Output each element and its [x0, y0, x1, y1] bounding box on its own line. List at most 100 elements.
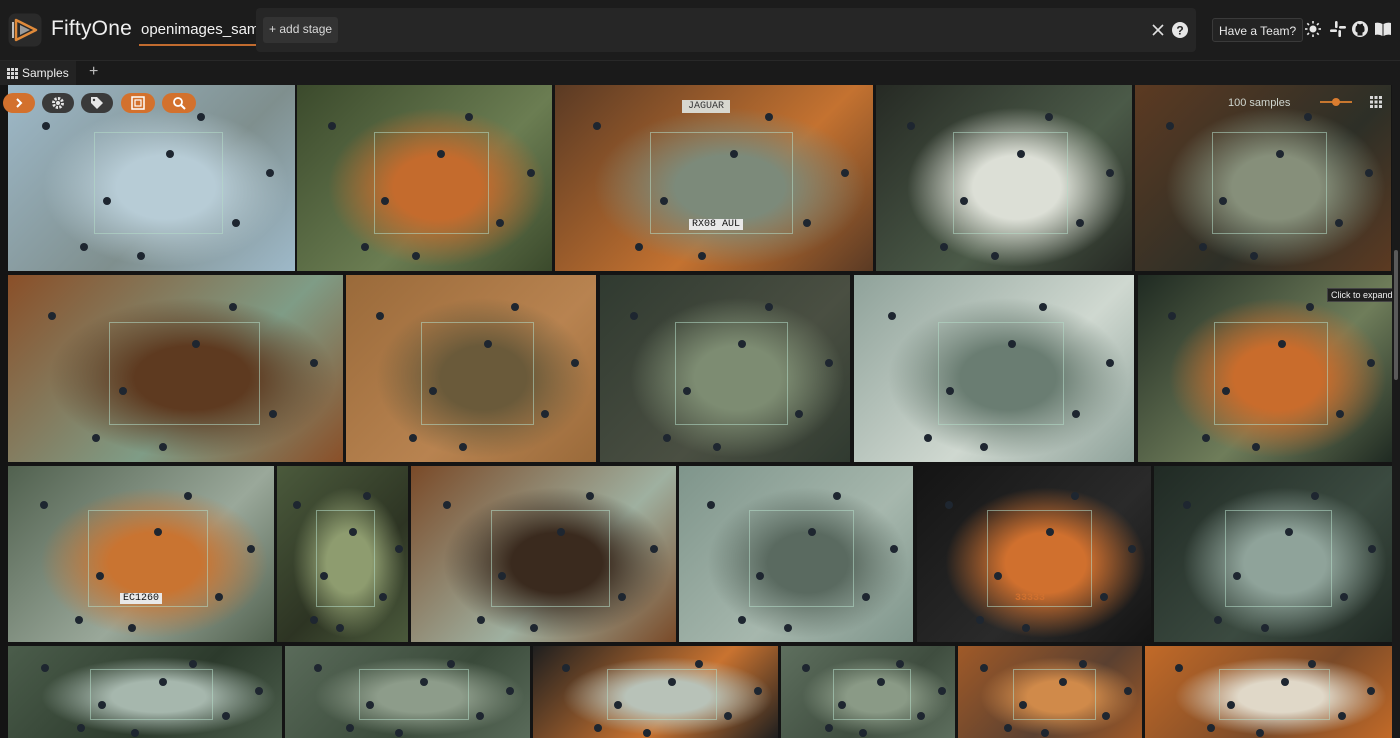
expand-tooltip: Click to expand — [1327, 288, 1397, 302]
keypoint-dot — [137, 252, 145, 260]
keypoint-dot — [336, 624, 344, 632]
settings-button[interactable] — [42, 93, 74, 113]
view-bar[interactable]: + add stage ? — [256, 8, 1196, 52]
keypoint-dot — [663, 434, 671, 442]
sample-tile[interactable] — [8, 646, 282, 738]
keypoint-dot — [40, 501, 48, 509]
keypoint-dot — [650, 545, 658, 553]
grid-scrollbar[interactable] — [1392, 85, 1400, 738]
sample-tile[interactable]: JAGUAR RX08 AUL — [555, 85, 873, 271]
sample-tile[interactable] — [1135, 85, 1391, 271]
keypoint-dot — [765, 113, 773, 121]
keypoint-dot — [320, 572, 328, 580]
sample-tile[interactable]: EC1260 — [8, 466, 274, 642]
sample-tile[interactable] — [1138, 275, 1392, 462]
sample-tile[interactable] — [781, 646, 955, 738]
keypoint-dot — [795, 410, 803, 418]
keypoint-dot — [562, 664, 570, 672]
keypoint-dot — [765, 303, 773, 311]
sun-icon[interactable] — [1304, 20, 1322, 38]
toggle-sidebar-button[interactable] — [3, 93, 35, 113]
detection-box — [421, 322, 534, 425]
sample-grid[interactable]: JAGUAR RX08 AUL EC1260 33333 — [0, 85, 1392, 738]
keypoint-dot — [1079, 660, 1087, 668]
sample-tile[interactable] — [346, 275, 596, 462]
keypoint-dot — [1256, 729, 1264, 737]
detection-box — [491, 510, 610, 607]
keypoint-dot — [381, 197, 389, 205]
keypoint-dot — [660, 197, 668, 205]
sample-tile[interactable] — [533, 646, 778, 738]
sample-tile[interactable] — [876, 85, 1132, 271]
detection-box — [94, 132, 223, 234]
close-icon[interactable] — [1148, 20, 1168, 40]
keypoint-dot — [1340, 593, 1348, 601]
keypoint-dot — [1183, 501, 1191, 509]
keypoint-dot — [614, 701, 622, 709]
keypoint-dot — [1367, 359, 1375, 367]
keypoint-dot — [571, 359, 579, 367]
keypoint-dot — [1100, 593, 1108, 601]
sample-tile[interactable] — [600, 275, 850, 462]
sample-tile[interactable] — [297, 85, 552, 271]
keypoint-dot — [1166, 122, 1174, 130]
keypoint-dot — [541, 410, 549, 418]
have-a-team-button[interactable]: Have a Team? — [1212, 18, 1304, 42]
app-name: FiftyOne — [51, 17, 132, 40]
zoom-slider-thumb[interactable] — [1332, 98, 1340, 106]
sample-tile[interactable] — [1154, 466, 1392, 642]
patches-button[interactable] — [121, 93, 155, 113]
keypoint-dot — [888, 312, 896, 320]
keypoint-dot — [395, 545, 403, 553]
keypoint-dot — [707, 501, 715, 509]
keypoint-dot — [917, 712, 925, 720]
similarity-search-button[interactable] — [162, 93, 196, 113]
tag-icon — [91, 97, 103, 109]
add-stage-button[interactable]: + add stage — [263, 17, 339, 43]
keypoint-dot — [465, 113, 473, 121]
keypoint-dot — [802, 664, 810, 672]
fiftyone-logo-icon[interactable] — [8, 13, 42, 47]
keypoint-dot — [1219, 197, 1227, 205]
keypoint-dot — [960, 197, 968, 205]
detection-box — [109, 322, 260, 425]
sample-tile[interactable]: 33333 — [917, 466, 1151, 642]
keypoint-dot — [128, 624, 136, 632]
tab-samples[interactable]: Samples — [0, 61, 76, 86]
docs-book-icon[interactable] — [1374, 20, 1392, 38]
sample-tile[interactable] — [411, 466, 676, 642]
dataset-selector[interactable]: openimages_sam — [139, 14, 262, 46]
github-icon[interactable] — [1351, 20, 1369, 38]
keypoint-dot — [310, 616, 318, 624]
sample-tile[interactable] — [958, 646, 1142, 738]
sample-tile[interactable] — [1145, 646, 1392, 738]
keypoint-dot — [683, 387, 691, 395]
help-icon[interactable]: ? — [1170, 20, 1190, 40]
keypoint-dot — [159, 678, 167, 686]
keypoint-dot — [1250, 252, 1258, 260]
keypoint-dot — [924, 434, 932, 442]
patches-icon — [131, 96, 145, 110]
keypoint-dot — [131, 729, 139, 737]
keypoint-dot — [1106, 359, 1114, 367]
keypoint-dot — [511, 303, 519, 311]
tag-button[interactable] — [81, 93, 113, 113]
grid-zoom-slider[interactable] — [1320, 98, 1352, 106]
sample-tile[interactable] — [277, 466, 408, 642]
keypoint-dot — [1233, 572, 1241, 580]
sample-tile[interactable] — [679, 466, 913, 642]
keypoint-dot — [1227, 701, 1235, 709]
sample-tile[interactable] — [285, 646, 530, 738]
scrollbar-thumb[interactable] — [1394, 250, 1398, 380]
keypoint-dot — [1304, 113, 1312, 121]
odometer-text: 33333 — [1015, 593, 1046, 604]
keypoint-dot — [215, 593, 223, 601]
panel-tab-bar: Samples + — [0, 60, 1400, 86]
grid-layout-icon[interactable] — [1370, 96, 1382, 108]
keypoint-dot — [189, 660, 197, 668]
sample-tile[interactable] — [8, 275, 343, 462]
add-panel-button[interactable]: + — [89, 63, 98, 81]
sample-tile[interactable] — [854, 275, 1134, 462]
slack-icon[interactable] — [1329, 20, 1347, 38]
keypoint-dot — [1045, 113, 1053, 121]
